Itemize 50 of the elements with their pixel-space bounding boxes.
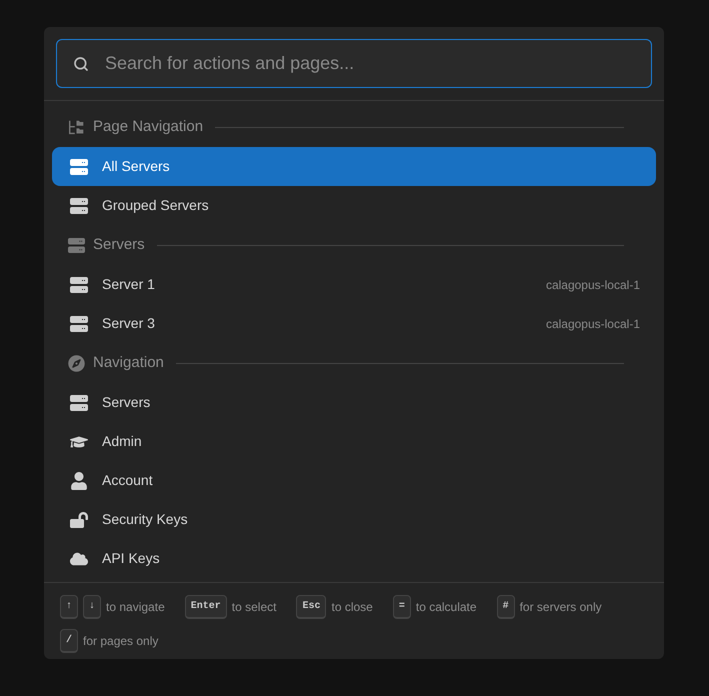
item-label: API Keys	[102, 549, 161, 568]
hint-text: to select	[232, 599, 276, 616]
item-label: Account	[102, 471, 154, 490]
server-icon	[70, 158, 88, 176]
key-cap: ↓	[83, 595, 102, 619]
key-cap: #	[496, 595, 515, 619]
hint-text: to close	[331, 599, 373, 616]
palette-item[interactable]: Server 1 calagopus-local-1	[52, 265, 656, 304]
palette-item[interactable]: All Servers	[52, 147, 656, 186]
server-icon	[70, 314, 88, 332]
item-label: Server 3	[102, 314, 156, 333]
section-heading: Navigation	[93, 352, 164, 373]
palette-item[interactable]: Account	[52, 461, 656, 500]
server-icon	[70, 394, 88, 412]
palette-item[interactable]: API Keys	[52, 539, 656, 578]
palette-item[interactable]: Grouped Servers	[52, 186, 656, 225]
key-cap: Esc	[296, 595, 326, 619]
server-host: calagopus-local-1	[546, 316, 640, 332]
palette-item[interactable]: Security Keys	[52, 500, 656, 539]
hint-text: for pages only	[83, 633, 158, 650]
search-icon	[73, 56, 89, 72]
search-bar[interactable]: Search for actions and pages...	[56, 39, 652, 88]
item-label: All Servers	[102, 157, 171, 176]
server-icon	[70, 196, 88, 214]
item-label: Server 1	[102, 275, 156, 294]
compass-icon	[68, 354, 85, 372]
palette-item[interactable]: Admin	[52, 422, 656, 461]
unlocked-padlock-icon	[70, 510, 88, 528]
key-cap: Enter	[184, 595, 227, 619]
section-heading: Page Navigation	[93, 116, 204, 137]
key-cap: ↑	[60, 595, 78, 619]
hint-text: to calculate	[416, 599, 477, 616]
section-heading: Servers	[93, 234, 145, 255]
server-host: calagopus-local-1	[546, 276, 640, 294]
palette-item[interactable]: Servers	[52, 383, 656, 422]
item-label: Security Keys	[102, 510, 189, 529]
folder-tree-icon	[68, 118, 85, 136]
server-icon	[68, 236, 85, 254]
key-cap: /	[60, 629, 78, 653]
item-label: Admin	[102, 432, 143, 451]
palette-item[interactable]: Server 3 calagopus-local-1	[52, 304, 656, 343]
cloud-icon	[70, 550, 88, 568]
item-label: Grouped Servers	[102, 196, 210, 215]
user-icon	[70, 472, 88, 490]
hint-text: to navigate	[106, 599, 165, 616]
key-cap: =	[392, 595, 411, 619]
item-label: Servers	[102, 393, 152, 412]
search-field[interactable]: Search for actions and pages...	[105, 50, 635, 77]
server-icon	[70, 276, 88, 294]
hint-text: for servers only	[520, 599, 602, 616]
